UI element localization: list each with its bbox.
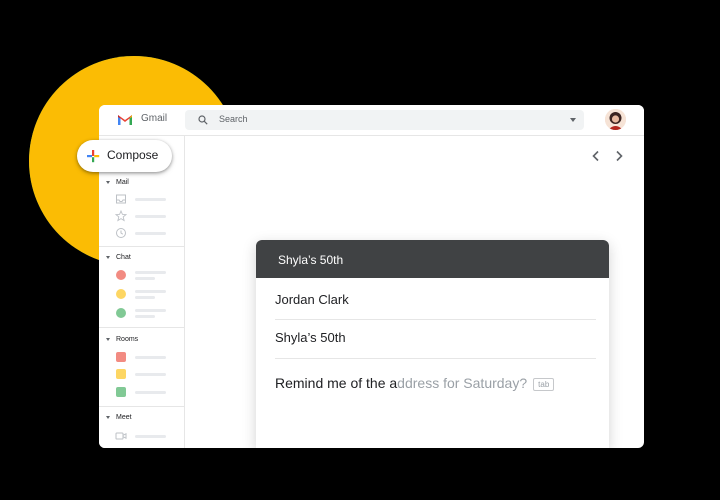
- field-divider: [275, 358, 596, 359]
- placeholder-bar: [135, 215, 166, 218]
- collapse-icon: [106, 415, 110, 419]
- to-field[interactable]: Jordan Clark: [275, 292, 596, 307]
- placeholder-bar: [135, 290, 166, 293]
- search-options-icon[interactable]: [570, 118, 576, 122]
- tab-key-hint: tab: [533, 377, 555, 391]
- chevron-right-icon[interactable]: [612, 149, 626, 163]
- video-icon: [115, 432, 127, 440]
- section-rooms[interactable]: Rooms: [106, 336, 138, 343]
- placeholder-bar: [135, 309, 166, 312]
- section-divider: [99, 406, 184, 407]
- room-red-icon: [116, 352, 126, 362]
- plus-icon: [87, 150, 100, 163]
- collapse-icon: [106, 337, 110, 341]
- placeholder-bar: [135, 277, 155, 280]
- placeholder-bar: [135, 198, 166, 201]
- room-green-icon: [116, 387, 126, 397]
- search-placeholder: Search: [219, 114, 248, 124]
- section-chat[interactable]: Chat: [106, 254, 131, 261]
- section-divider: [99, 327, 184, 328]
- contact-green-icon: [116, 308, 126, 318]
- compose-label: Compose: [107, 148, 159, 162]
- sidebar-item-snoozed[interactable]: [115, 227, 175, 239]
- sidebar-item-chat-3[interactable]: [115, 307, 175, 319]
- app-name: Gmail: [141, 113, 168, 124]
- sidebar-item-room-2[interactable]: [115, 368, 175, 380]
- search-icon: [198, 115, 208, 125]
- placeholder-bar: [135, 356, 166, 359]
- collapse-icon: [106, 255, 110, 259]
- placeholder-bar: [135, 296, 155, 299]
- placeholder-bar: [135, 391, 166, 394]
- top-bar: Gmail Search: [99, 105, 644, 136]
- section-divider: [99, 246, 184, 247]
- sidebar-item-meet[interactable]: [115, 430, 175, 442]
- typed-text: Remind me of the a: [275, 375, 398, 391]
- compose-title: Shyla’s 50th: [278, 253, 344, 267]
- room-yellow-icon: [116, 369, 126, 379]
- inbox-icon: [116, 194, 126, 204]
- sidebar-item-room-1[interactable]: [115, 351, 175, 363]
- compose-window: Shyla’s 50th Jordan Clark Shyla’s 50th R…: [256, 240, 609, 448]
- avatar-image: [605, 109, 626, 130]
- section-meet[interactable]: Meet: [106, 414, 132, 421]
- section-mail[interactable]: Mail: [106, 179, 129, 186]
- placeholder-bar: [135, 435, 166, 438]
- placeholder-bar: [135, 271, 166, 274]
- sidebar: Mail Chat Rooms Meet: [99, 136, 185, 448]
- smart-compose-suggestion: ddress for Saturday?: [397, 375, 528, 391]
- sidebar-item-chat-1[interactable]: [115, 269, 175, 281]
- placeholder-bar: [135, 315, 155, 318]
- subject-field[interactable]: Shyla’s 50th: [275, 330, 596, 345]
- compose-button[interactable]: Compose: [77, 140, 172, 172]
- clock-icon: [116, 228, 126, 238]
- gmail-logo-icon[interactable]: [117, 113, 133, 126]
- placeholder-bar: [135, 373, 166, 376]
- collapse-icon: [106, 180, 110, 184]
- contact-yellow-icon: [116, 289, 126, 299]
- message-body[interactable]: Remind me of the address for Saturday? ta…: [275, 375, 596, 391]
- search-input[interactable]: Search: [185, 110, 584, 130]
- sidebar-item-chat-2[interactable]: [115, 288, 175, 300]
- field-divider: [275, 319, 596, 320]
- placeholder-bar: [135, 232, 166, 235]
- sidebar-item-inbox[interactable]: [115, 193, 175, 205]
- sidebar-item-room-3[interactable]: [115, 386, 175, 398]
- sidebar-item-starred[interactable]: [115, 210, 175, 222]
- compose-header[interactable]: Shyla’s 50th: [256, 240, 609, 278]
- pagination: [589, 149, 629, 163]
- star-icon: [115, 210, 127, 222]
- avatar[interactable]: [605, 109, 626, 130]
- chevron-left-icon[interactable]: [589, 149, 603, 163]
- contact-red-icon: [116, 270, 126, 280]
